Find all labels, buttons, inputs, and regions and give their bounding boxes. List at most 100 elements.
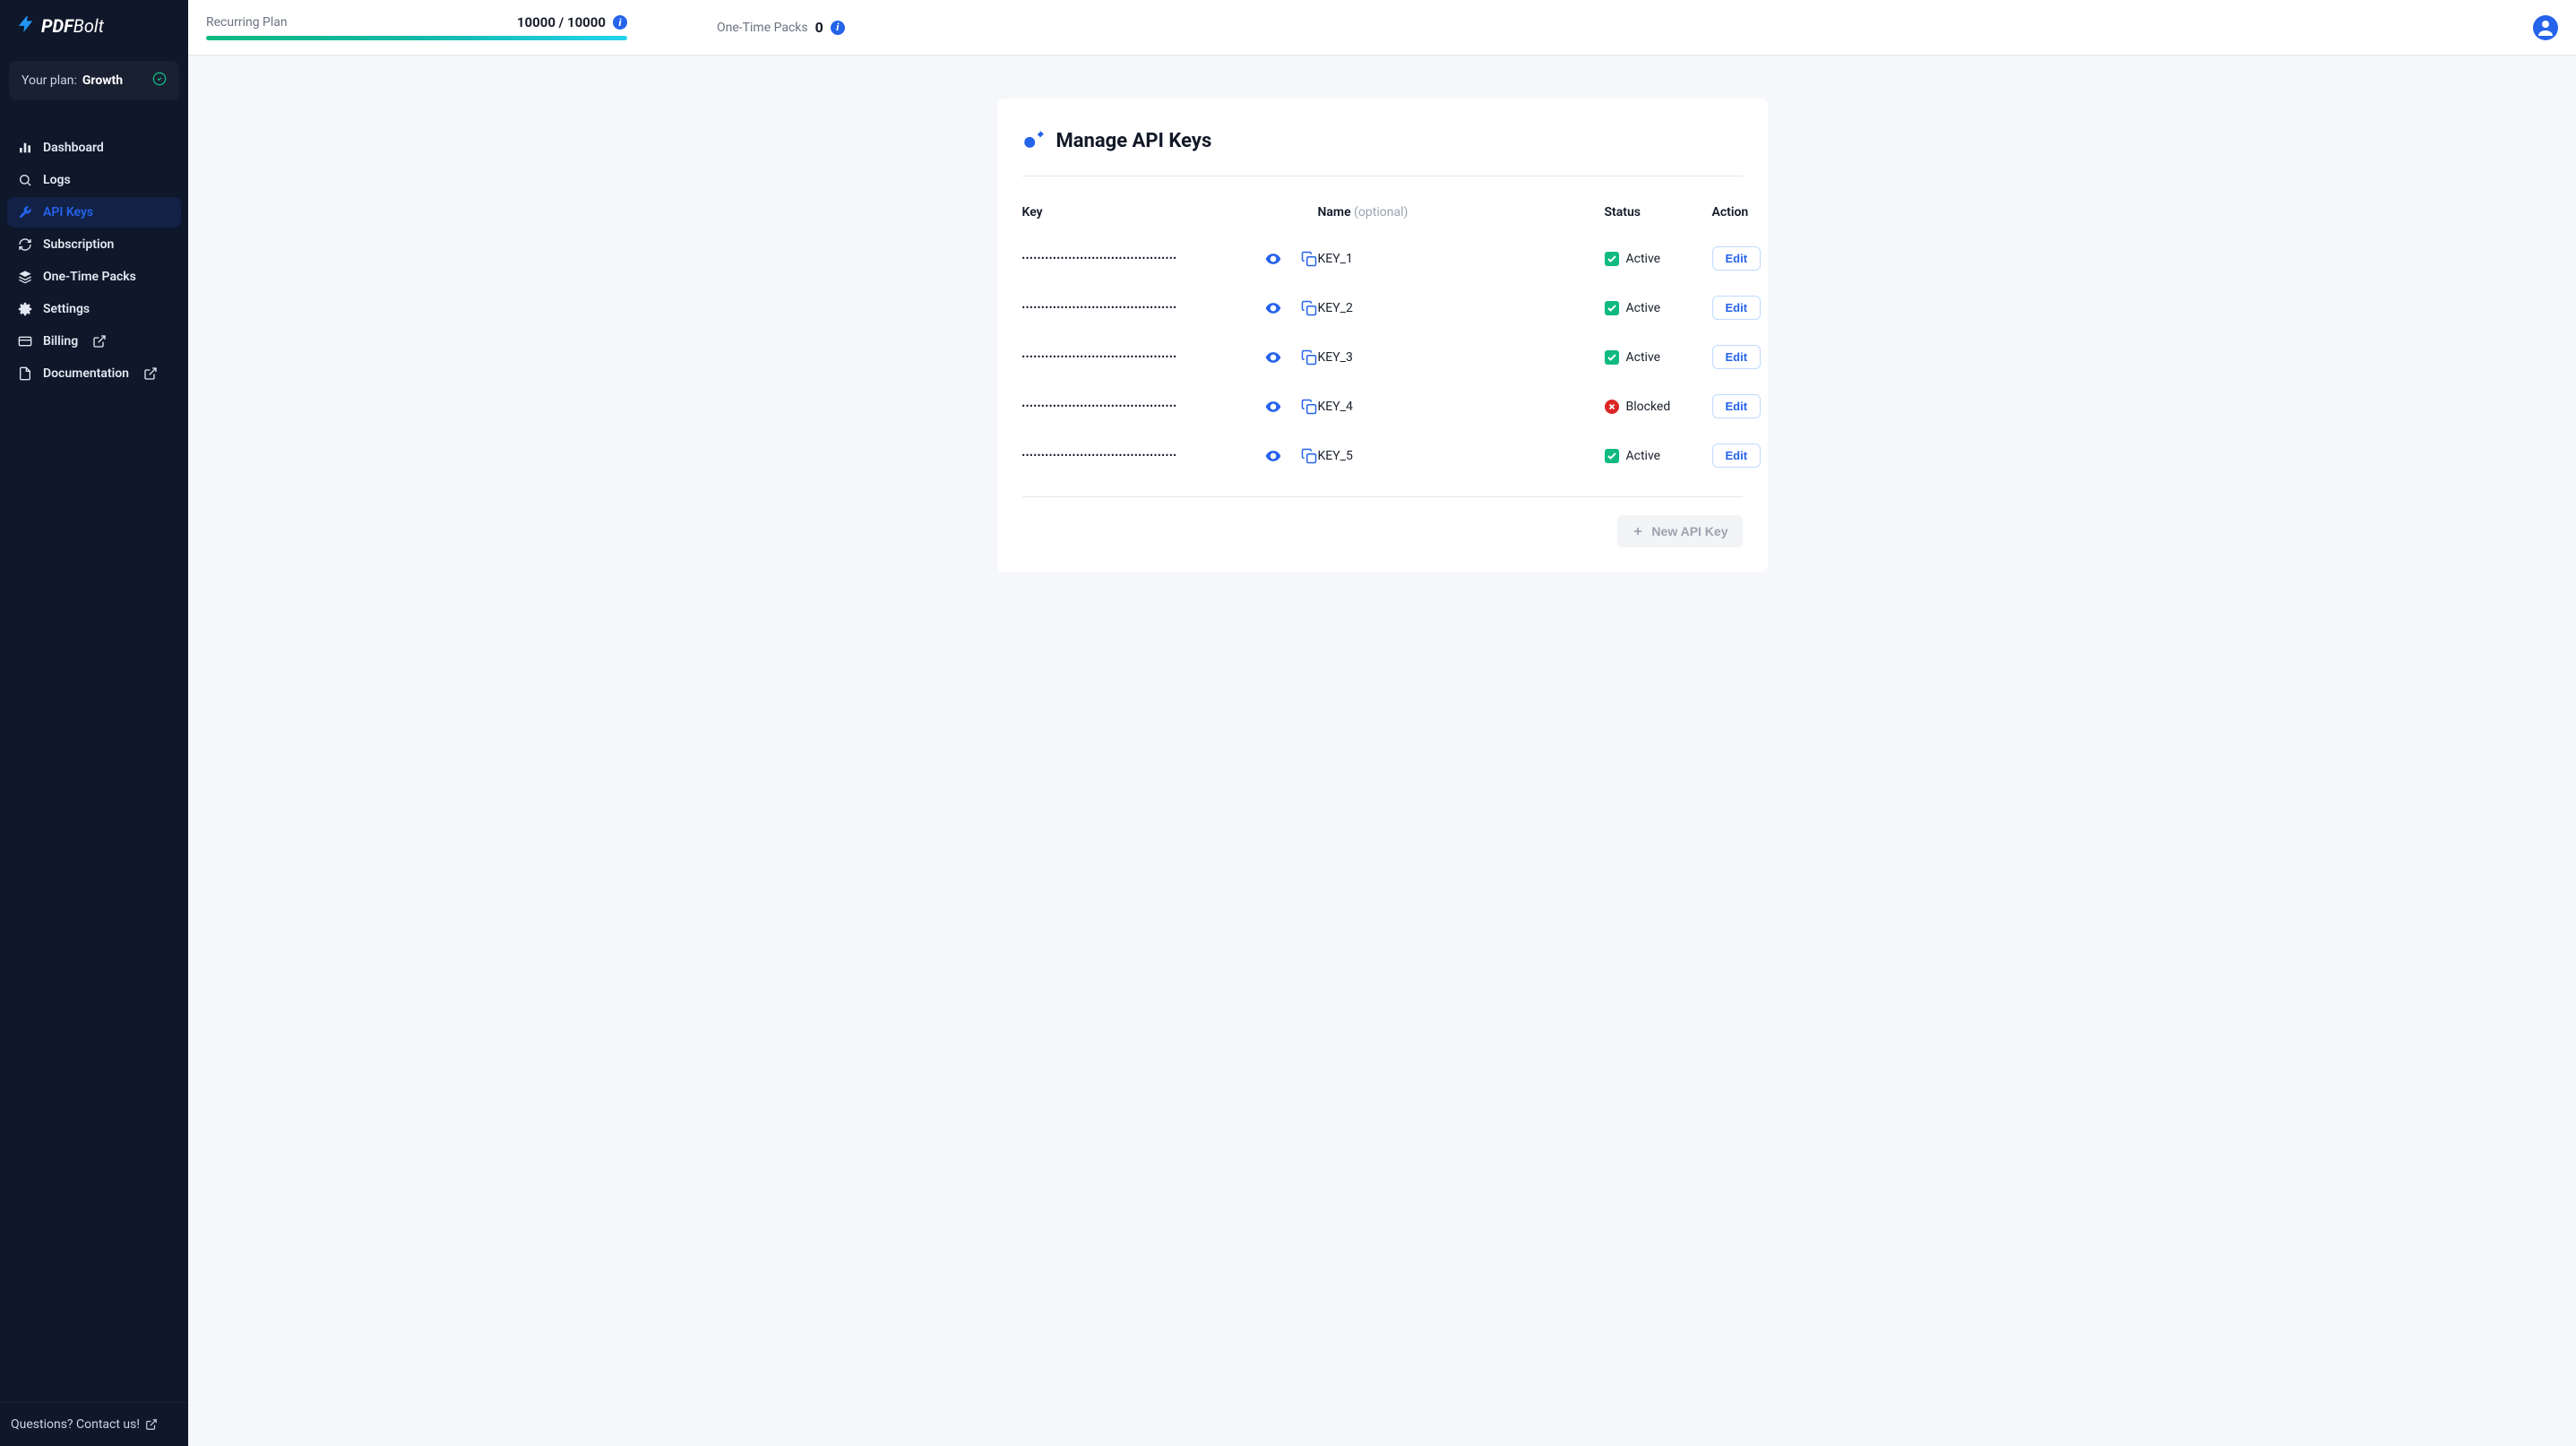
table-head: Key Name (optional) Status Action: [1022, 198, 1743, 234]
gear-icon: [18, 302, 32, 316]
file-icon: [18, 366, 32, 381]
refresh-icon: [18, 237, 32, 252]
new-api-key-button[interactable]: New API Key: [1617, 515, 1742, 547]
edit-button[interactable]: Edit: [1712, 394, 1762, 418]
bolt-icon: [16, 14, 36, 38]
reveal-key-button[interactable]: [1264, 250, 1282, 268]
x-icon: [1605, 400, 1619, 414]
onetime-packs-counter: One-Time Packs 0 i: [717, 19, 845, 36]
card-header: Manage API Keys: [1022, 127, 1743, 176]
sidebar-item-subscription[interactable]: Subscription: [7, 229, 181, 260]
key-name: KEY_5: [1318, 449, 1605, 463]
check-icon: [1605, 449, 1619, 463]
card-footer: New API Key: [1022, 496, 1743, 547]
edit-button[interactable]: Edit: [1712, 345, 1762, 369]
key-mask: ••••••••••••••••••••••••••••••••••••••••: [1022, 353, 1246, 362]
key-status: Active: [1605, 350, 1712, 365]
table-row: ••••••••••••••••••••••••••••••••••••••••…: [1022, 283, 1743, 332]
sidebar-item-label: API Keys: [43, 205, 93, 219]
layers-icon: [18, 270, 32, 284]
sidebar-item-label: Dashboard: [43, 141, 104, 155]
plan-badge: Your plan: Growth: [9, 61, 179, 100]
key-icon: [1022, 127, 1046, 154]
key-status: Active: [1605, 301, 1712, 315]
sidebar-item-packs[interactable]: One-Time Packs: [7, 262, 181, 292]
reveal-key-button[interactable]: [1264, 349, 1282, 366]
copy-key-button[interactable]: [1300, 349, 1318, 366]
sidebar-item-label: Subscription: [43, 237, 114, 252]
copy-key-button[interactable]: [1300, 250, 1318, 268]
edit-button[interactable]: Edit: [1712, 443, 1762, 468]
key-name: KEY_3: [1318, 350, 1605, 365]
reveal-key-button[interactable]: [1264, 447, 1282, 465]
main: Recurring Plan 10000 / 10000 i One-Time …: [188, 0, 2576, 1446]
edit-button[interactable]: Edit: [1712, 246, 1762, 271]
card-icon: [18, 334, 32, 349]
contact-link[interactable]: Questions? Contact us!: [0, 1402, 188, 1446]
wrench-icon: [18, 205, 32, 219]
table-row: ••••••••••••••••••••••••••••••••••••••••…: [1022, 234, 1743, 283]
content-area: Manage API Keys Key Name (optional) Stat…: [188, 56, 2576, 1446]
sidebar: PDFBolt Your plan: Growth Dashboard Logs…: [0, 0, 188, 1446]
sidebar-item-label: Settings: [43, 302, 90, 316]
col-status: Status: [1605, 205, 1712, 219]
recurring-label: Recurring Plan: [206, 15, 288, 30]
logo-text: PDFBolt: [41, 15, 104, 37]
copy-key-button[interactable]: [1300, 398, 1318, 416]
table-row: ••••••••••••••••••••••••••••••••••••••••…: [1022, 332, 1743, 382]
key-status: Active: [1605, 252, 1712, 266]
key-status: Blocked: [1605, 400, 1712, 414]
key-name: KEY_4: [1318, 400, 1605, 414]
sidebar-item-logs[interactable]: Logs: [7, 165, 181, 195]
external-link-icon: [143, 366, 158, 381]
key-mask: ••••••••••••••••••••••••••••••••••••••••: [1022, 254, 1246, 263]
new-key-label: New API Key: [1651, 524, 1727, 538]
user-avatar[interactable]: [2533, 15, 2558, 40]
plus-icon: [1632, 525, 1644, 538]
copy-key-button[interactable]: [1300, 447, 1318, 465]
external-link-icon: [145, 1418, 158, 1431]
key-mask: ••••••••••••••••••••••••••••••••••••••••: [1022, 452, 1246, 460]
table-row: ••••••••••••••••••••••••••••••••••••••••…: [1022, 431, 1743, 480]
check-icon: [1605, 301, 1619, 315]
check-icon: [1605, 252, 1619, 266]
edit-button[interactable]: Edit: [1712, 296, 1762, 320]
sidebar-item-label: Logs: [43, 173, 71, 187]
sidebar-item-billing[interactable]: Billing: [7, 326, 181, 357]
api-keys-table: Key Name (optional) Status Action ••••••…: [1022, 198, 1743, 480]
user-icon: [2535, 17, 2556, 39]
onetime-count: 0: [815, 19, 823, 36]
recurring-value: 10000 / 10000: [517, 14, 606, 30]
info-icon[interactable]: i: [613, 15, 627, 30]
key-name: KEY_1: [1318, 252, 1605, 266]
reveal-key-button[interactable]: [1264, 398, 1282, 416]
info-icon[interactable]: i: [831, 21, 845, 35]
reveal-key-button[interactable]: [1264, 299, 1282, 317]
key-name: KEY_2: [1318, 301, 1605, 315]
recurring-usage: Recurring Plan 10000 / 10000 i: [206, 14, 627, 40]
key-mask: ••••••••••••••••••••••••••••••••••••••••: [1022, 304, 1246, 313]
api-keys-card: Manage API Keys Key Name (optional) Stat…: [997, 99, 1768, 572]
copy-key-button[interactable]: [1300, 299, 1318, 317]
sidebar-item-docs[interactable]: Documentation: [7, 358, 181, 389]
page-title: Manage API Keys: [1056, 130, 1212, 152]
sidebar-item-settings[interactable]: Settings: [7, 294, 181, 324]
check-circle-icon: [152, 72, 167, 90]
onetime-label: One-Time Packs: [717, 21, 808, 35]
col-name: Name (optional): [1318, 205, 1605, 219]
col-key: Key: [1022, 205, 1318, 219]
check-icon: [1605, 350, 1619, 365]
sidebar-item-label: Documentation: [43, 366, 129, 381]
sidebar-item-label: Billing: [43, 334, 78, 349]
col-action: Action: [1712, 205, 1766, 219]
key-status: Active: [1605, 449, 1712, 463]
plan-name: Growth: [82, 73, 123, 88]
logo[interactable]: PDFBolt: [0, 0, 188, 52]
sidebar-item-label: One-Time Packs: [43, 270, 136, 284]
external-link-icon: [92, 334, 107, 349]
bar-chart-icon: [18, 141, 32, 155]
sidebar-item-dashboard[interactable]: Dashboard: [7, 133, 181, 163]
sidebar-item-apikeys[interactable]: API Keys: [7, 197, 181, 228]
search-icon: [18, 173, 32, 187]
sidebar-nav: Dashboard Logs API Keys Subscription One…: [0, 133, 188, 1402]
